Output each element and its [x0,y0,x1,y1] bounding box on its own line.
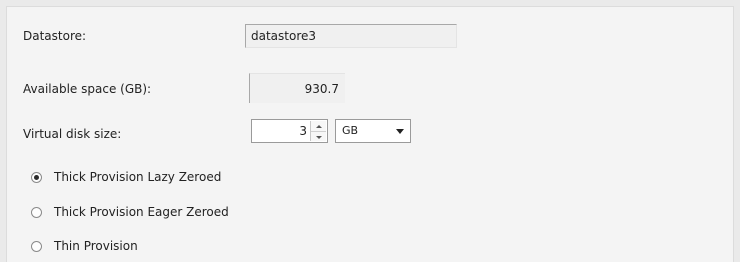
spin-down-button[interactable] [311,131,326,142]
available-space-field: 930.7 [249,73,345,103]
disk-size-value[interactable]: 3 [299,120,307,142]
virtual-disk-size-label: Virtual disk size: [23,127,122,141]
radio-label: Thin Provision [54,239,138,253]
spin-down-icon [315,135,322,139]
disk-size-unit-value: GB [342,124,359,137]
disk-size-spin-buttons [310,121,326,141]
chevron-down-icon[interactable] [396,129,404,134]
disk-size-unit-select[interactable]: GB [335,119,411,143]
datastore-field: datastore3 [245,24,457,48]
radio-thick-lazy-zeroed[interactable]: Thick Provision Lazy Zeroed [31,170,221,184]
disk-settings-panel: Datastore: datastore3 Available space (G… [6,6,734,262]
radio-thick-eager-zeroed[interactable]: Thick Provision Eager Zeroed [31,205,229,219]
radio-label: Thick Provision Eager Zeroed [54,205,229,219]
available-space-label: Available space (GB): [23,82,152,96]
datastore-label: Datastore: [23,29,87,43]
disk-size-stepper[interactable]: 3 [251,119,328,143]
radio-button[interactable] [31,171,42,183]
radio-button[interactable] [31,240,42,252]
radio-label: Thick Provision Lazy Zeroed [54,170,222,184]
radio-button[interactable] [31,206,42,218]
radio-thin-provision[interactable]: Thin Provision [31,239,138,253]
spin-up-icon [315,124,322,128]
spin-up-button[interactable] [311,121,326,131]
